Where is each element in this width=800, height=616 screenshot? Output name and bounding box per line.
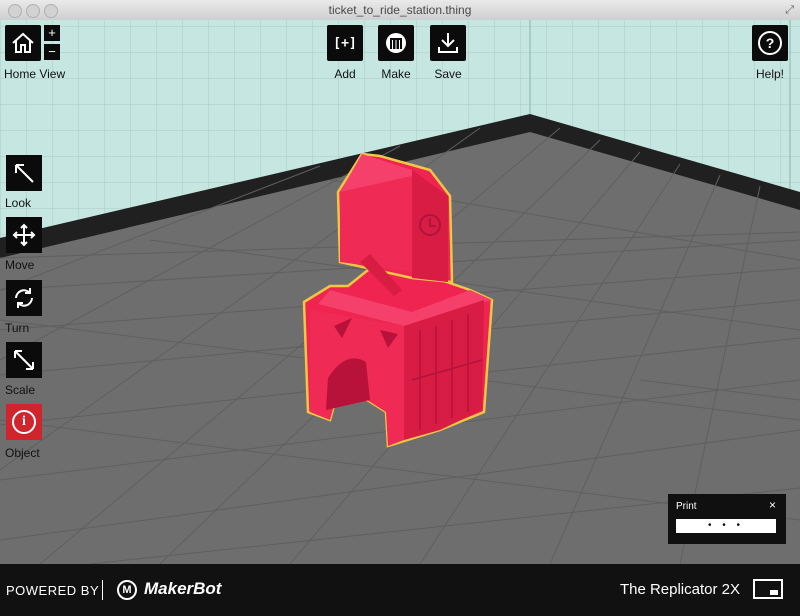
scale-arrow-icon (14, 350, 34, 370)
home-view-button[interactable] (5, 25, 41, 61)
build-volume-viewport[interactable] (0, 20, 800, 564)
powered-by-label: POWERED BY (6, 583, 100, 598)
zoom-in-button[interactable]: + (44, 25, 60, 41)
info-icon: i (12, 410, 36, 434)
makerbot-desktop-window: ticket_to_ride_station.thing ⤢ + − Home … (0, 0, 800, 616)
object-tool-button[interactable]: i (6, 404, 42, 440)
zoom-out-button[interactable]: − (44, 44, 60, 60)
window-title: ticket_to_ride_station.thing (328, 3, 472, 17)
print-panel-title: Print (676, 501, 697, 512)
window-title-bar: ticket_to_ride_station.thing ⤢ (0, 0, 800, 21)
rotate-icon (15, 288, 33, 308)
look-tool-button[interactable] (6, 155, 42, 191)
download-icon (438, 33, 458, 53)
fullscreen-icon[interactable]: ⤢ (785, 4, 794, 17)
add-icon: [+] (333, 35, 357, 51)
home-view-label: Home View (4, 67, 66, 81)
move-label: Move (5, 258, 35, 272)
scale-label: Scale (5, 383, 36, 397)
help-button[interactable]: ? (752, 25, 788, 61)
turn-label: Turn (5, 321, 30, 335)
turn-tool-button[interactable] (6, 280, 42, 316)
make-button[interactable] (378, 25, 414, 61)
makerbot-logo-icon: M (117, 580, 137, 600)
print-progress-bar[interactable]: • • • (676, 519, 776, 533)
look-arrow-icon (15, 164, 34, 183)
save-label: Save (434, 67, 462, 81)
makerbot-brand: MakerBot (144, 579, 222, 598)
object-label: Object (5, 446, 40, 460)
makerbot-m-icon (386, 33, 406, 53)
printer-connection-icon[interactable] (752, 578, 784, 602)
close-icon[interactable]: × (769, 498, 776, 512)
add-button[interactable]: [+] (327, 25, 363, 61)
look-label: Look (5, 196, 32, 210)
print-panel: Print × • • • (668, 494, 786, 544)
help-icon: ? (758, 31, 782, 55)
move-tool-button[interactable] (6, 217, 42, 253)
footer-divider (102, 580, 103, 600)
footer-bar: POWERED BY M MakerBot The Replicator 2X (0, 564, 800, 616)
save-button[interactable] (430, 25, 466, 61)
help-label: Help! (755, 67, 784, 81)
home-icon (12, 32, 34, 53)
scale-tool-button[interactable] (6, 342, 42, 378)
printer-name[interactable]: The Replicator 2X (620, 581, 740, 598)
move-arrows-icon (12, 223, 36, 247)
add-label: Add (334, 67, 356, 81)
make-label: Make (381, 67, 411, 81)
